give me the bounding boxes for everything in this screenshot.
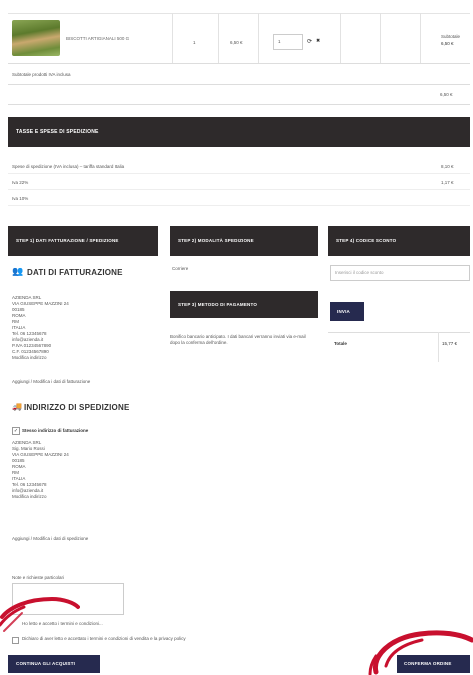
billing-line: Modifica indirizzo xyxy=(12,355,47,360)
step-shipping-method-bar: STEP 2) MODALITÀ SPEDIZIONE xyxy=(170,226,318,256)
shipping-line-value: 8,10 € xyxy=(441,164,454,169)
continue-shopping-label: CONTINUA GLI ACQUISTI xyxy=(16,661,76,666)
subtotal-label: Subtotale prodotti IVA inclusa xyxy=(12,72,71,77)
red-annotation-right xyxy=(368,630,473,675)
product-image[interactable] xyxy=(12,20,60,56)
order-total-value: 15,77 € xyxy=(442,341,458,346)
table-col-divider xyxy=(172,13,173,63)
shipping-address-block: AZIENDA SRL Sig. Mario Rossi VIA GIUSEPP… xyxy=(12,440,162,500)
same-address-checkbox[interactable]: ✓ xyxy=(12,427,20,435)
billing-edit-link[interactable]: Aggiungi / Modifica i dati di fatturazio… xyxy=(12,379,90,385)
row-total-value: 6,50 € xyxy=(441,41,454,46)
notes-label: Note e richieste particolari xyxy=(12,575,65,580)
divider xyxy=(8,189,470,190)
billing-heading: DATI DI FATTURAZIONE xyxy=(27,268,123,277)
coupon-submit-label: INVIA xyxy=(337,309,351,314)
step-payment-bar: STEP 3) METODO DI PAGAMENTO xyxy=(170,291,318,318)
product-unit-price: 6,50 € xyxy=(230,40,243,45)
coupon-placeholder: Inserisci il codice sconto xyxy=(335,270,384,275)
continue-shopping-button[interactable]: CONTINUA GLI ACQUISTI xyxy=(8,655,100,673)
quantity-input[interactable]: 1 xyxy=(273,34,303,50)
divider xyxy=(8,205,470,206)
same-address-label: Stesso indirizzo di fatturazione xyxy=(22,428,89,433)
red-annotation-left xyxy=(0,596,80,632)
product-qty: 1 xyxy=(193,40,196,45)
shipping-address-heading: INDIRIZZO DI SPEDIZIONE xyxy=(24,403,130,412)
divider xyxy=(328,332,470,333)
table-top-border xyxy=(8,13,470,14)
tax-line-label: Iva 10% xyxy=(12,196,29,201)
tax-line-label: Iva 22% xyxy=(12,180,29,185)
step-coupon-bar: STEP 4) CODICE SCONTO xyxy=(328,226,470,256)
step-payment-title: STEP 3) METODO DI PAGAMENTO xyxy=(178,302,258,307)
shipping-line-label: Spese di spedizione (IVA inclusa) – tari… xyxy=(12,164,125,169)
billing-address-block: AZIENDA SRL VIA GIUSEPPE MAZZINI 24 0018… xyxy=(12,295,162,361)
shipping-taxes-title: TASSE E SPESE DI SPEDIZIONE xyxy=(16,129,99,135)
order-total-label: Totale xyxy=(334,341,347,346)
table-col-divider xyxy=(340,13,341,63)
privacy-label[interactable]: Dichiaro di aver letto e accettato i ter… xyxy=(22,636,242,642)
divider xyxy=(8,173,470,174)
step-coupon-title: STEP 4) CODICE SCONTO xyxy=(336,238,397,243)
coupon-input[interactable]: Inserisci il codice sconto xyxy=(330,265,470,281)
shipping-method-value[interactable]: Corriere xyxy=(172,266,188,272)
privacy-checkbox[interactable] xyxy=(12,637,19,644)
table-col-divider xyxy=(420,13,421,63)
refresh-icon[interactable]: ⟳ xyxy=(307,38,312,45)
table-row-divider xyxy=(8,104,470,105)
shipping-edit-link[interactable]: Aggiungi / Modifica i dati di spedizione xyxy=(12,536,88,542)
truck-icon: 🚚 xyxy=(12,402,22,411)
delete-icon[interactable]: ✖ xyxy=(316,38,320,44)
step-billing-bar: STEP 1) DATI FATTURAZIONE / SPEDIZIONE xyxy=(8,226,158,256)
quantity-input-value: 1 xyxy=(278,39,281,44)
table-col-divider xyxy=(218,13,219,63)
shipping-line: Modifica indirizzo xyxy=(12,494,47,499)
table-col-divider xyxy=(380,13,381,63)
coupon-submit-button[interactable]: INVIA xyxy=(330,302,364,321)
step-billing-title: STEP 1) DATI FATTURAZIONE / SPEDIZIONE xyxy=(16,238,119,243)
users-icon: 👥 xyxy=(12,266,24,276)
payment-note: Bonifico bancario anticipato. I dati ban… xyxy=(170,334,306,345)
row-total-label: Subtotale xyxy=(441,34,461,39)
table-row-divider xyxy=(8,84,470,85)
table-row-divider xyxy=(8,63,470,64)
divider xyxy=(438,332,439,362)
subtotal-value: 6,50 € xyxy=(440,92,453,97)
tax-line-value: 1,17 € xyxy=(441,180,454,185)
table-col-divider xyxy=(258,13,259,63)
shipping-taxes-bar: TASSE E SPESE DI SPEDIZIONE xyxy=(8,117,470,147)
product-name[interactable]: BISCOTTI ARTIGIANALI 500 G xyxy=(66,36,166,42)
step-shipping-method-title: STEP 2) MODALITÀ SPEDIZIONE xyxy=(178,238,254,243)
